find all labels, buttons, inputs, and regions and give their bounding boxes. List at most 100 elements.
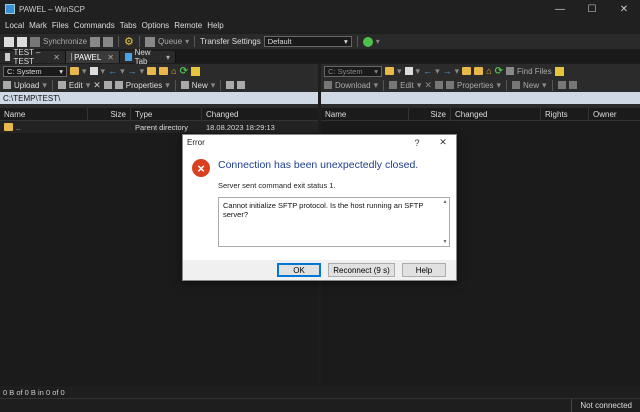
menu-remote[interactable]: Remote	[174, 21, 202, 30]
bookmark-icon[interactable]	[554, 66, 564, 76]
chevron-down-icon[interactable]: ▾	[211, 80, 216, 91]
local-drive-select[interactable]: C: System ▾	[3, 65, 67, 77]
chevron-down-icon[interactable]: ▾	[101, 66, 106, 77]
rename-icon[interactable]	[434, 81, 443, 89]
transfer-settings-select[interactable]: Default ▾	[263, 36, 352, 47]
properties-button[interactable]: Properties	[126, 81, 162, 90]
chevron-down-icon[interactable]: ▾	[435, 66, 440, 77]
message-scrollbar[interactable]: ▲ ▼	[442, 199, 448, 245]
scroll-down-arrow-icon[interactable]: ▼	[442, 239, 448, 245]
close-window-button[interactable]: ✕	[608, 0, 640, 18]
column-header-changed[interactable]: Changed	[451, 107, 541, 121]
chevron-down-icon[interactable]: ▾	[165, 80, 170, 91]
transfer-options-icon[interactable]	[362, 36, 373, 47]
chevron-down-icon[interactable]: ▾	[185, 37, 189, 46]
remote-path-bar[interactable]	[321, 92, 640, 104]
chevron-down-icon[interactable]: ▾	[542, 80, 547, 91]
home-icon[interactable]: ⌂	[171, 66, 176, 76]
download-button[interactable]: Download	[335, 81, 371, 90]
menu-commands[interactable]: Commands	[74, 21, 115, 30]
tab-test-test[interactable]: TEST – TEST ✕	[0, 48, 66, 66]
edit-button[interactable]: Edit	[400, 81, 414, 90]
back-arrow-icon[interactable]: ←	[108, 66, 117, 76]
reconnect-button[interactable]: Reconnect (9 s)	[328, 263, 395, 277]
column-header-owner[interactable]: Owner	[589, 108, 640, 121]
column-header-rights[interactable]: Rights	[541, 107, 589, 121]
chevron-down-icon[interactable]: ▾	[166, 53, 170, 62]
properties-button[interactable]: Properties	[457, 81, 493, 90]
properties-icon[interactable]	[445, 81, 454, 89]
edit-button[interactable]: Edit	[69, 81, 83, 90]
column-header-type[interactable]: Type	[131, 107, 202, 121]
column-header-name[interactable]: Name	[0, 107, 88, 121]
new-icon[interactable]	[180, 81, 189, 89]
refresh-icon[interactable]: ⟳	[180, 66, 188, 77]
forward-arrow-icon[interactable]: →	[128, 66, 137, 76]
chevron-down-icon[interactable]: ▾	[455, 66, 460, 77]
download-icon[interactable]	[324, 81, 332, 89]
synchronize-icon[interactable]	[30, 36, 40, 47]
scroll-up-arrow-icon[interactable]: ▲	[442, 199, 448, 205]
open-folder-icon[interactable]	[70, 67, 79, 75]
chevron-down-icon[interactable]: ▾	[376, 37, 380, 46]
remote-drive-select[interactable]: C: System ▾	[324, 65, 382, 77]
menu-files[interactable]: Files	[52, 21, 69, 30]
close-tab-icon[interactable]: ✕	[53, 53, 60, 62]
menu-local[interactable]: Local	[5, 21, 24, 30]
edit-icon[interactable]	[57, 81, 66, 89]
home-icon[interactable]: ⌂	[486, 66, 491, 76]
sync-browsing-icon[interactable]	[90, 36, 101, 47]
column-header-name[interactable]: Name	[321, 107, 409, 121]
menu-options[interactable]: Options	[142, 21, 170, 30]
upload-icon[interactable]	[3, 81, 11, 89]
compare-directories-icon[interactable]	[17, 36, 27, 47]
preferences-gear-icon[interactable]: ⚙	[124, 36, 134, 47]
delete-icon[interactable]: ✕	[93, 80, 101, 91]
unselect-icon[interactable]	[568, 81, 577, 89]
help-button[interactable]: Help	[402, 263, 446, 277]
menu-mark[interactable]: Mark	[29, 21, 47, 30]
chevron-down-icon[interactable]: ▾	[416, 66, 421, 77]
forward-arrow-icon[interactable]: →	[443, 66, 452, 76]
root-directory-icon[interactable]	[159, 67, 169, 75]
upload-button[interactable]: Upload	[14, 81, 39, 90]
queue-icon[interactable]	[145, 36, 156, 47]
refresh-icon[interactable]: ⟳	[495, 66, 503, 77]
column-header-changed[interactable]: Changed	[202, 108, 318, 121]
minimize-button[interactable]: —	[544, 0, 576, 18]
chevron-down-icon[interactable]: ▾	[42, 80, 47, 91]
rename-icon[interactable]	[103, 81, 112, 89]
dialog-close-icon[interactable]: ✕	[430, 137, 456, 148]
unselect-icon[interactable]	[237, 81, 246, 89]
root-directory-icon[interactable]	[474, 67, 484, 75]
error-message-box[interactable]: Cannot initialize SFTP protocol. Is the …	[218, 197, 450, 247]
chevron-down-icon[interactable]: ▾	[417, 80, 422, 91]
column-header-size[interactable]: Size	[88, 107, 131, 121]
chevron-down-icon[interactable]: ▾	[82, 66, 87, 77]
select-all-icon[interactable]	[557, 81, 566, 89]
parent-directory-icon[interactable]	[147, 67, 157, 75]
filter-icon[interactable]	[404, 67, 413, 75]
open-folder-icon[interactable]	[385, 67, 394, 75]
chevron-down-icon[interactable]: ▾	[397, 66, 402, 77]
table-row[interactable]: .. Parent directory 18.08.2023 18:29:13	[0, 121, 318, 133]
chevron-down-icon[interactable]: ▾	[140, 66, 145, 77]
tab-new-tab[interactable]: New Tab ▾	[120, 48, 176, 66]
find-files-icon[interactable]	[190, 66, 200, 76]
local-path-bar[interactable]: C:\TEMP\TEST\	[0, 92, 318, 104]
select-all-icon[interactable]	[226, 81, 235, 89]
chevron-down-icon[interactable]: ▾	[86, 80, 91, 91]
filter-icon[interactable]	[89, 67, 98, 75]
menu-tabs[interactable]: Tabs	[120, 21, 137, 30]
ok-button[interactable]: OK	[277, 263, 321, 277]
help-icon[interactable]: ?	[404, 138, 430, 148]
find-files-button[interactable]: Find Files	[517, 67, 552, 76]
edit-icon[interactable]	[389, 81, 398, 89]
queue-button[interactable]: Queue	[158, 37, 182, 46]
chevron-down-icon[interactable]: ▾	[120, 66, 125, 77]
chevron-down-icon[interactable]: ▾	[374, 80, 379, 91]
tab-pawel[interactable]: PAWEL ✕	[66, 51, 120, 63]
chevron-down-icon[interactable]: ▾	[496, 80, 501, 91]
new-session-icon[interactable]	[4, 36, 14, 47]
new-icon[interactable]	[511, 81, 520, 89]
